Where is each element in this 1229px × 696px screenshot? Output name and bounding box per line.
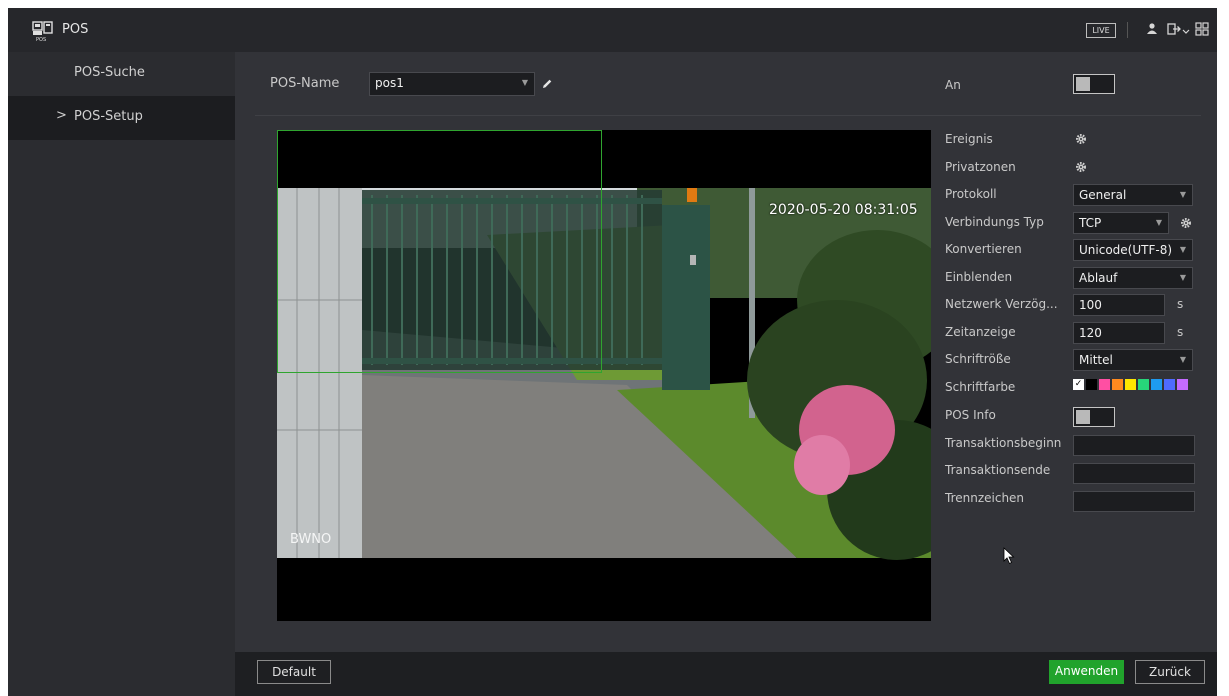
schriftgroesse-value: Mittel xyxy=(1079,353,1113,367)
einblenden-label: Einblenden xyxy=(945,270,1013,284)
sidebar-item-label: POS-Setup xyxy=(74,109,143,124)
trans-begin-input[interactable] xyxy=(1073,435,1195,456)
footer-bar: Default Anwenden Zurück xyxy=(235,652,1217,696)
schriftgroesse-label: Schriftröße xyxy=(945,352,1011,366)
an-toggle[interactable] xyxy=(1073,74,1115,94)
konvertieren-select[interactable]: Unicode(UTF-8) ▼ xyxy=(1073,239,1193,261)
user-icon[interactable] xyxy=(1144,21,1160,37)
color-swatch[interactable] xyxy=(1086,379,1097,390)
main-panel: POS-Name pos1 ▼ An 2020-05-20 08:31:05 B… xyxy=(235,52,1217,652)
app-window: POS POS LIVE POS-Suche > POS-Setup POS-N… xyxy=(8,8,1217,696)
privatzonen-label: Privatzonen xyxy=(945,160,1016,174)
top-divider xyxy=(1127,22,1128,38)
pos-name-value: pos1 xyxy=(375,76,404,90)
video-timestamp: 2020-05-20 08:31:05 xyxy=(769,202,918,218)
camera-preview[interactable]: 2020-05-20 08:31:05 BWNO xyxy=(277,130,931,621)
einblenden-value: Ablauf xyxy=(1079,271,1118,285)
dropdown-arrow-icon: ▼ xyxy=(521,78,528,87)
svg-text:POS: POS xyxy=(36,37,46,42)
an-label: An xyxy=(945,78,961,92)
color-swatch[interactable] xyxy=(1151,379,1162,390)
trans-end-label: Transaktionsende xyxy=(945,463,1051,477)
posinfo-toggle[interactable] xyxy=(1073,407,1115,427)
sidebar: POS-Suche > POS-Setup xyxy=(8,52,235,696)
dropdown-arrow-icon: ▼ xyxy=(1179,273,1186,282)
sidebar-item-pos-suche[interactable]: POS-Suche xyxy=(8,52,235,96)
color-swatch[interactable] xyxy=(1125,379,1136,390)
schriftfarbe-label: Schriftfarbe xyxy=(945,380,1016,394)
top-bar: POS POS LIVE xyxy=(8,8,1217,52)
back-button[interactable]: Zurück xyxy=(1135,660,1205,684)
pos-terminal-icon: POS xyxy=(32,21,53,42)
netzwerk-label: Netzwerk Verzög... xyxy=(945,297,1058,311)
color-swatch[interactable] xyxy=(1138,379,1149,390)
zeitanzeige-unit: s xyxy=(1177,325,1184,339)
verbindung-label: Verbindungs Typ xyxy=(945,215,1044,229)
ereignis-gear-icon[interactable] xyxy=(1075,133,1087,145)
pos-name-select[interactable]: pos1 ▼ xyxy=(369,72,535,96)
trennzeichen-input[interactable] xyxy=(1073,491,1195,512)
schriftgroesse-select[interactable]: Mittel ▼ xyxy=(1073,349,1193,371)
konvertieren-value: Unicode(UTF-8) xyxy=(1079,243,1173,257)
dropdown-arrow-icon: ▼ xyxy=(1155,218,1162,227)
posinfo-label: POS Info xyxy=(945,408,996,422)
grid-menu-icon[interactable] xyxy=(1194,21,1210,37)
toggle-knob xyxy=(1076,410,1090,424)
trans-begin-label: Transaktionsbeginn xyxy=(945,436,1062,450)
protokoll-label: Protokoll xyxy=(945,187,997,201)
color-swatch[interactable]: ✓ xyxy=(1073,379,1084,390)
edit-pencil-icon[interactable] xyxy=(541,78,553,90)
trennzeichen-label: Trennzeichen xyxy=(945,491,1025,505)
zeitanzeige-input[interactable]: 120 xyxy=(1073,322,1165,344)
color-swatch[interactable] xyxy=(1112,379,1123,390)
pos-region-box[interactable] xyxy=(277,130,602,373)
verbindung-gear-icon[interactable] xyxy=(1180,217,1192,229)
default-button[interactable]: Default xyxy=(257,660,331,684)
color-swatch[interactable] xyxy=(1099,379,1110,390)
trans-end-input[interactable] xyxy=(1073,463,1195,484)
header-divider xyxy=(255,115,1201,116)
app-title: POS xyxy=(62,22,89,37)
konvertieren-label: Konvertieren xyxy=(945,242,1022,256)
apply-button[interactable]: Anwenden xyxy=(1049,660,1124,684)
pos-name-label: POS-Name xyxy=(270,76,340,91)
netzwerk-unit: s xyxy=(1177,297,1184,311)
protokoll-select[interactable]: General ▼ xyxy=(1073,184,1193,206)
sidebar-item-label: POS-Suche xyxy=(74,65,145,80)
verbindung-value: TCP xyxy=(1079,216,1102,230)
dropdown-arrow-icon: ▼ xyxy=(1179,355,1186,364)
zeitanzeige-label: Zeitanzeige xyxy=(945,325,1016,339)
color-swatch[interactable] xyxy=(1164,379,1175,390)
privatzonen-gear-icon[interactable] xyxy=(1075,161,1087,173)
netzwerk-input[interactable]: 100 xyxy=(1073,294,1165,316)
logout-icon[interactable] xyxy=(1166,21,1182,37)
chevron-right-icon: > xyxy=(56,108,67,123)
sidebar-item-pos-setup[interactable]: > POS-Setup xyxy=(8,96,235,140)
dropdown-arrow-icon: ▼ xyxy=(1179,190,1186,199)
protokoll-value: General xyxy=(1079,188,1127,202)
ereignis-label: Ereignis xyxy=(945,132,993,146)
chevron-down-icon[interactable] xyxy=(1182,21,1190,37)
einblenden-select[interactable]: Ablauf ▼ xyxy=(1073,267,1193,289)
live-button[interactable]: LIVE xyxy=(1086,23,1116,38)
color-swatch[interactable] xyxy=(1177,379,1188,390)
mouse-cursor-icon xyxy=(1003,547,1015,565)
dropdown-arrow-icon: ▼ xyxy=(1179,245,1186,254)
channel-label: BWNO xyxy=(290,532,332,547)
toggle-knob xyxy=(1076,77,1090,91)
verbindung-select[interactable]: TCP ▼ xyxy=(1073,212,1169,234)
